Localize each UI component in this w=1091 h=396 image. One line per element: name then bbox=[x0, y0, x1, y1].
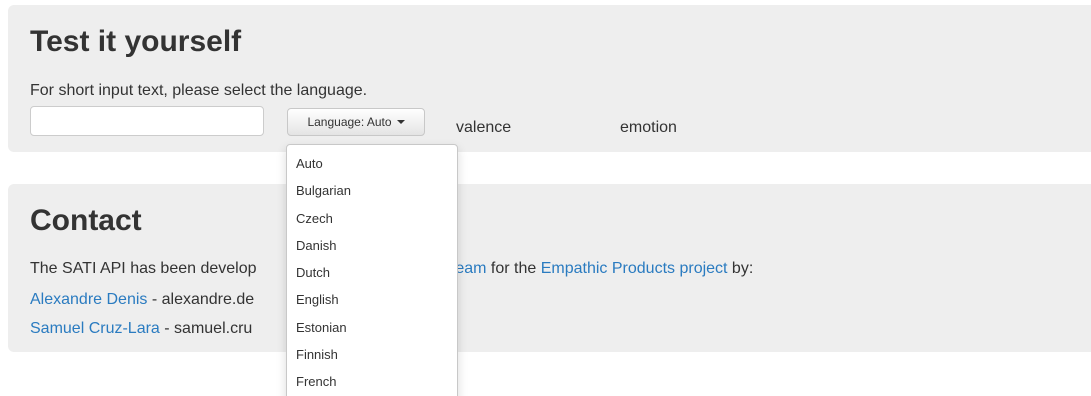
language-option-finnish[interactable]: Finnish bbox=[287, 341, 457, 368]
caret-down-icon bbox=[396, 120, 405, 124]
description-part-2: for the bbox=[486, 260, 541, 277]
contact-person: Alexandre Denis - alexandre.de bbox=[30, 292, 254, 308]
language-dropdown-menu: Auto Bulgarian Czech Danish Dutch Englis… bbox=[286, 144, 458, 396]
language-dropdown-button[interactable]: Language: Auto bbox=[287, 108, 425, 136]
language-option-auto[interactable]: Auto bbox=[287, 150, 457, 177]
language-option-danish[interactable]: Danish bbox=[287, 232, 457, 259]
emotion-label: emotion bbox=[620, 119, 677, 136]
language-option-dutch[interactable]: Dutch bbox=[287, 259, 457, 286]
test-section-title: Test it yourself bbox=[30, 25, 242, 58]
language-option-bulgarian[interactable]: Bulgarian bbox=[287, 177, 457, 204]
contact-name-link[interactable]: Samuel Cruz-Lara bbox=[30, 320, 160, 337]
valence-label: valence bbox=[456, 119, 512, 136]
contact-section-title: Contact bbox=[30, 204, 142, 237]
language-option-french[interactable]: French bbox=[287, 368, 457, 395]
contact-name-link[interactable]: Alexandre Denis bbox=[30, 291, 147, 308]
language-option-estonian[interactable]: Estonian bbox=[287, 314, 457, 341]
description-part-3: by: bbox=[727, 260, 754, 277]
contact-email: - samuel.cru bbox=[159, 320, 253, 337]
language-option-czech[interactable]: Czech bbox=[287, 205, 457, 232]
test-instructions: For short input text, please select the … bbox=[30, 82, 368, 99]
language-button-label: Language: Auto bbox=[307, 115, 392, 129]
contact-panel: Contact The SATI API has been developALP… bbox=[8, 184, 1091, 352]
test-it-yourself-panel: Test it yourself For short input text, p… bbox=[8, 5, 1091, 152]
contact-person: Samuel Cruz-Lara - samuel.cru bbox=[30, 321, 252, 337]
language-option-english[interactable]: English bbox=[287, 286, 457, 313]
text-input[interactable] bbox=[30, 106, 264, 136]
contact-email: - alexandre.de bbox=[147, 291, 255, 308]
project-link[interactable]: Empathic Products project bbox=[541, 260, 728, 277]
description-part-1: The SATI API has been develop bbox=[30, 260, 257, 277]
